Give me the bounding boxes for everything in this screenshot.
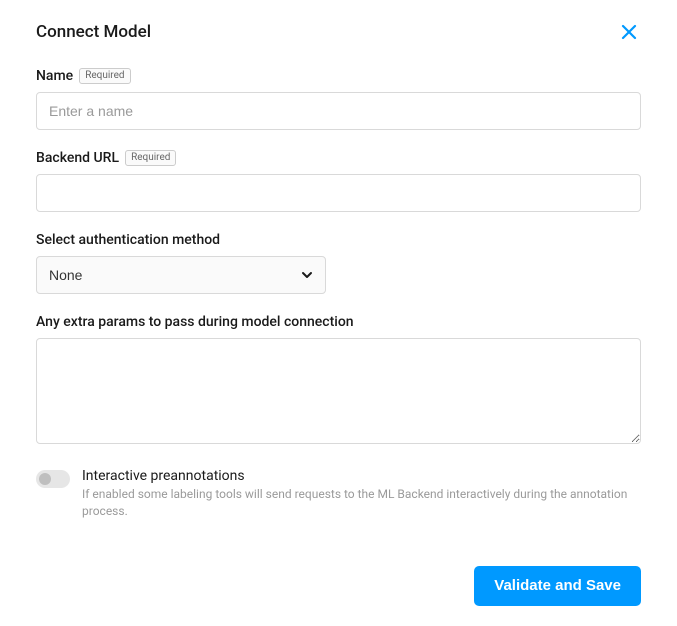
backend-url-label: Backend URL bbox=[36, 150, 119, 166]
backend-url-label-row: Backend URL Required bbox=[36, 150, 641, 166]
extra-params-label: Any extra params to pass during model co… bbox=[36, 314, 354, 330]
extra-params-label-row: Any extra params to pass during model co… bbox=[36, 314, 641, 330]
extra-params-textarea[interactable] bbox=[36, 338, 641, 444]
interactive-toggle-title: Interactive preannotations bbox=[82, 468, 641, 484]
toggle-knob bbox=[39, 473, 51, 485]
auth-method-field-group: Select authentication method None bbox=[36, 232, 641, 294]
auth-method-label: Select authentication method bbox=[36, 232, 220, 248]
extra-params-field-group: Any extra params to pass during model co… bbox=[36, 314, 641, 448]
interactive-toggle-labels: Interactive preannotations If enabled so… bbox=[82, 468, 641, 520]
interactive-toggle-description: If enabled some labeling tools will send… bbox=[82, 486, 641, 520]
backend-url-input[interactable] bbox=[36, 174, 641, 212]
interactive-toggle[interactable] bbox=[36, 470, 70, 488]
close-button[interactable] bbox=[617, 20, 641, 44]
backend-url-field-group: Backend URL Required bbox=[36, 150, 641, 212]
name-label-row: Name Required bbox=[36, 68, 641, 84]
name-label: Name bbox=[36, 68, 73, 84]
close-icon bbox=[621, 24, 637, 40]
name-input[interactable] bbox=[36, 92, 641, 130]
name-required-badge: Required bbox=[79, 68, 130, 84]
modal-header: Connect Model bbox=[36, 20, 641, 44]
interactive-toggle-row: Interactive preannotations If enabled so… bbox=[36, 468, 641, 520]
auth-method-select[interactable]: None bbox=[36, 256, 326, 294]
auth-method-label-row: Select authentication method bbox=[36, 232, 641, 248]
validate-save-button[interactable]: Validate and Save bbox=[474, 566, 641, 606]
auth-method-select-wrap: None bbox=[36, 256, 326, 294]
backend-url-required-badge: Required bbox=[125, 150, 176, 166]
modal-title: Connect Model bbox=[36, 22, 151, 42]
connect-model-modal: Connect Model Name Required Backend URL … bbox=[0, 0, 677, 626]
name-field-group: Name Required bbox=[36, 68, 641, 130]
modal-footer: Validate and Save bbox=[36, 566, 641, 606]
